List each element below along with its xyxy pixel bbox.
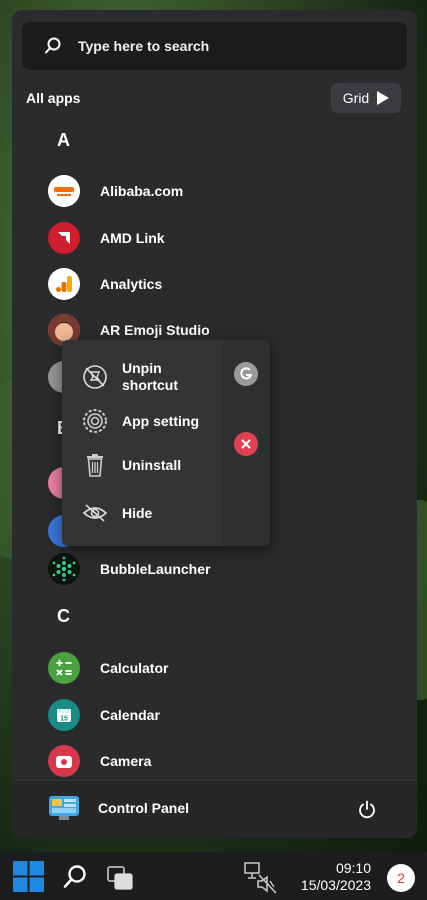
search-icon	[45, 37, 61, 54]
trash-icon	[87, 454, 103, 477]
notification-count-badge[interactable]: 2	[387, 864, 415, 892]
search-icon[interactable]	[62, 864, 88, 890]
clock[interactable]: 09:10 15/03/2023	[301, 860, 371, 894]
volume-muted-icon[interactable]	[256, 874, 278, 894]
control-panel-icon	[49, 796, 79, 820]
all-apps-heading: All apps	[26, 90, 81, 106]
app-name: AMD Link	[100, 230, 165, 246]
alibaba-icon	[48, 175, 80, 207]
app-name: Calculator	[100, 660, 169, 676]
app-item-amd-link[interactable]: AMD Link	[48, 221, 165, 255]
start-footer: Control Panel	[12, 780, 417, 838]
app-item-alibaba[interactable]: Alibaba.com	[48, 174, 183, 208]
app-setting-item[interactable]: App setting	[82, 408, 199, 434]
unpin-shortcut-item[interactable]: Unpin shortcut	[82, 360, 178, 394]
start-windows-icon[interactable]	[13, 861, 44, 892]
app-name: AR Emoji Studio	[100, 322, 210, 338]
bubblelauncher-icon	[48, 553, 80, 585]
grid-label: Grid	[342, 90, 370, 106]
app-shortcut-badge-icon[interactable]	[234, 362, 258, 386]
app-name: Camera	[100, 753, 152, 769]
app-item-camera[interactable]: Camera	[48, 744, 151, 778]
hide-item[interactable]: Hide	[82, 500, 152, 526]
amd-link-icon	[48, 222, 80, 254]
section-letter-a[interactable]: A	[57, 130, 70, 151]
play-arrow-icon	[377, 91, 390, 105]
uninstall-label: Uninstall	[122, 456, 182, 473]
app-name: Calendar	[100, 707, 160, 723]
search-bar[interactable]: Type here to search	[22, 22, 407, 70]
date: 15/03/2023	[300, 877, 371, 893]
task-view-icon[interactable]	[106, 865, 134, 891]
app-context-menu: Unpin shortcut App setting Uninstall Hid…	[62, 340, 270, 546]
calculator-icon	[48, 652, 80, 684]
app-item-calendar[interactable]: 15 Calendar	[48, 698, 160, 732]
app-name: BubbleLauncher	[100, 561, 211, 577]
time: 09:10	[335, 860, 371, 876]
uninstall-item[interactable]: Uninstall	[82, 452, 181, 478]
app-name: Alibaba.com	[100, 183, 184, 199]
app-setting-label: App setting	[122, 412, 199, 429]
app-name: Analytics	[100, 276, 163, 292]
power-icon[interactable]	[357, 800, 377, 820]
taskbar: 09:10 15/03/2023 2	[0, 852, 427, 900]
app-item-bubblelauncher[interactable]: BubbleLauncher	[48, 552, 210, 586]
control-panel-label: Control Panel	[98, 800, 190, 816]
unpin-shortcut-label: Unpin shortcut	[122, 360, 178, 393]
app-item-calculator[interactable]: Calculator	[48, 651, 168, 685]
section-letter-c[interactable]: C	[57, 606, 70, 627]
calendar-icon: 15	[48, 699, 80, 731]
camera-icon	[48, 745, 80, 777]
settings-gear-icon	[83, 409, 107, 433]
search-placeholder: Type here to search	[78, 38, 210, 54]
app-item-analytics[interactable]: Analytics	[48, 267, 162, 301]
svg-text:15: 15	[60, 716, 68, 723]
eye-off-icon	[82, 504, 108, 522]
close-icon[interactable]	[234, 432, 258, 456]
unpin-icon	[83, 365, 107, 389]
control-panel-button[interactable]: Control Panel	[48, 795, 189, 821]
grid-button[interactable]: Grid	[331, 83, 401, 113]
hide-label: Hide	[122, 504, 153, 521]
analytics-icon	[48, 268, 80, 300]
